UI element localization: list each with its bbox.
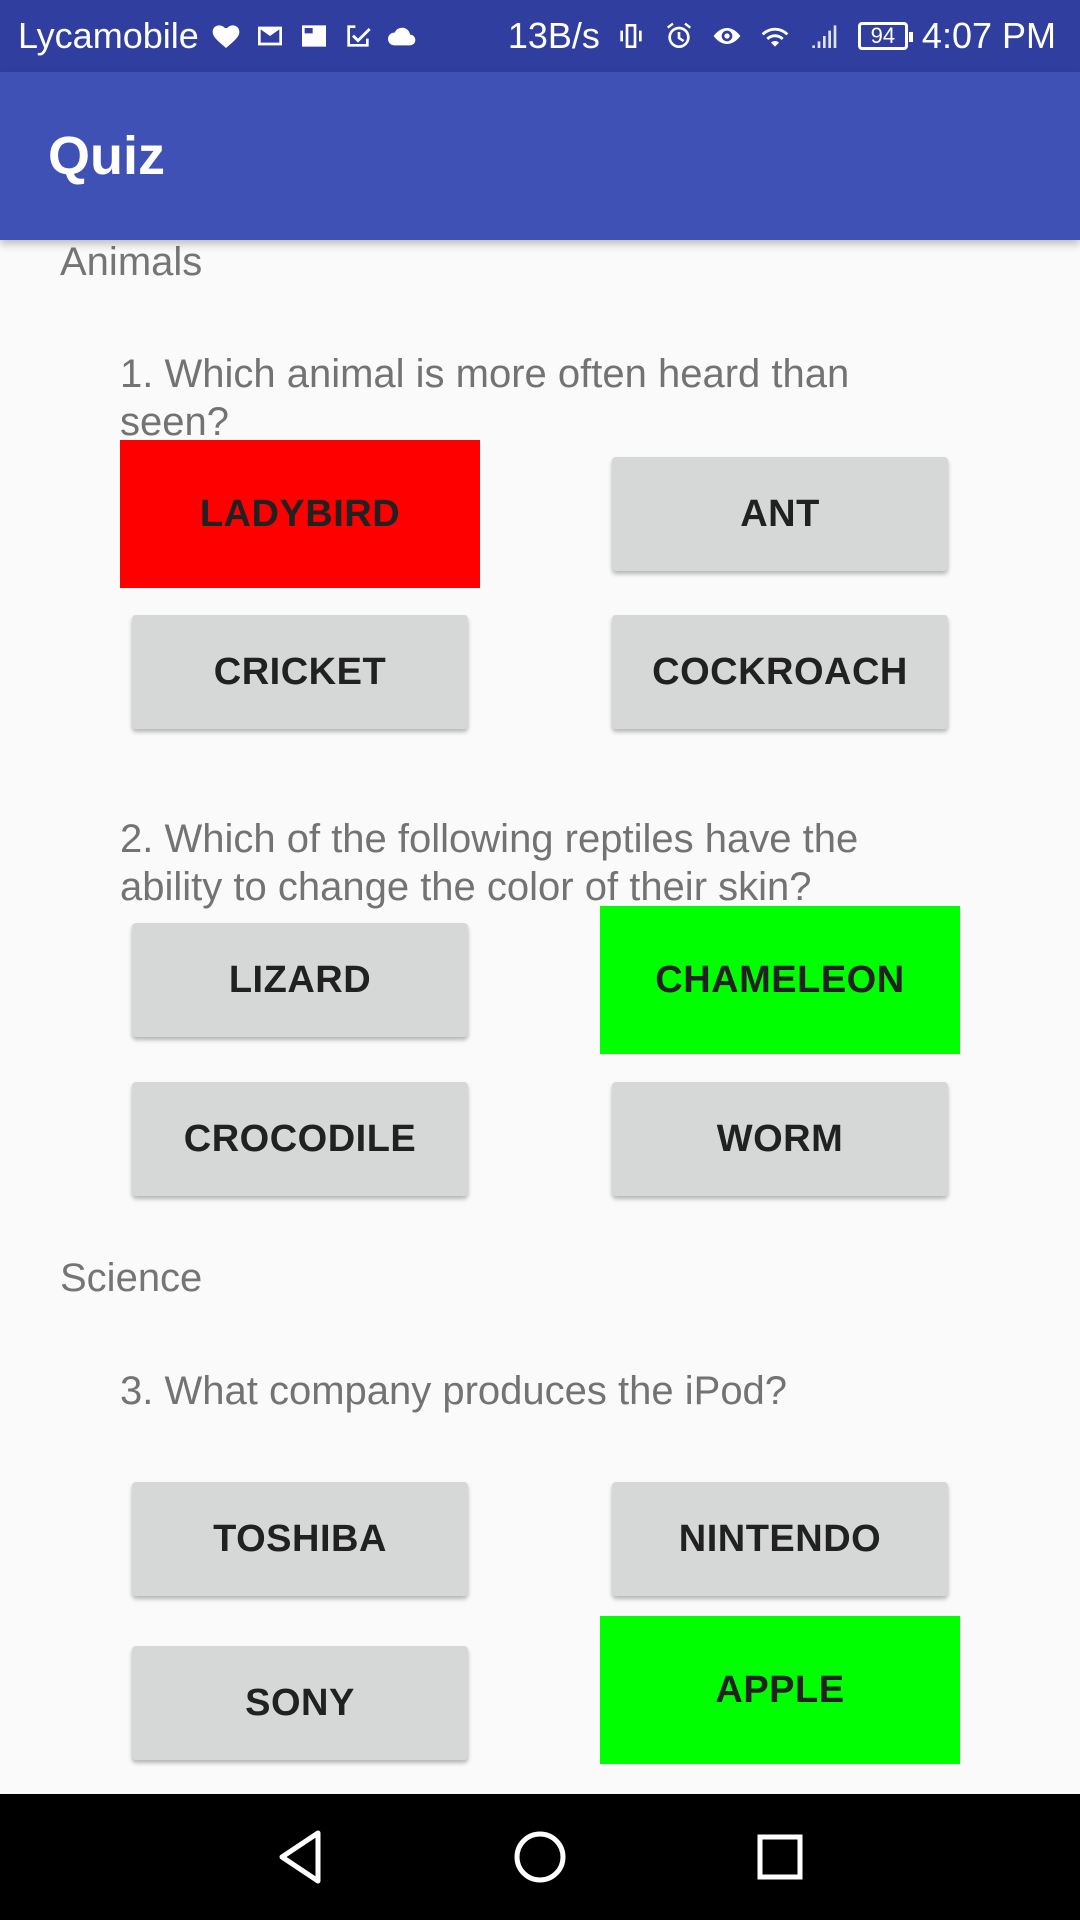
network-speed: 13B/s bbox=[507, 15, 600, 56]
answer-crocodile-button[interactable]: CROCODILE bbox=[132, 1082, 468, 1196]
answer-ladybird-button[interactable]: LADYBIRD bbox=[120, 440, 480, 588]
recents-icon[interactable] bbox=[750, 1827, 810, 1887]
answer-toshiba-button[interactable]: TOSHIBA bbox=[132, 1482, 468, 1596]
answer-chameleon-button[interactable]: CHAMELEON bbox=[600, 906, 960, 1054]
answer-sony-button[interactable]: SONY bbox=[132, 1646, 468, 1760]
section-title-science: Science bbox=[60, 1256, 203, 1300]
home-icon[interactable] bbox=[510, 1827, 570, 1887]
answer-worm-button[interactable]: WORM bbox=[612, 1082, 948, 1196]
battery-indicator: 94 bbox=[857, 22, 913, 50]
app-bar: Quiz bbox=[0, 72, 1080, 240]
question-2: 2. Which of the following reptiles have … bbox=[120, 817, 859, 909]
question-3: 3. What company produces the iPod? bbox=[120, 1369, 788, 1413]
wifi-icon bbox=[758, 19, 792, 53]
answer-ant-button[interactable]: ANT bbox=[612, 457, 948, 571]
heart-icon bbox=[209, 19, 243, 53]
back-icon[interactable] bbox=[270, 1827, 330, 1887]
check-icon bbox=[341, 19, 375, 53]
news-icon bbox=[297, 19, 331, 53]
status-bar: Lycamobile 13B/s 94 4:07 PM bbox=[0, 0, 1080, 72]
quiz-content[interactable]: Animals 1. Which animal is more often he… bbox=[0, 240, 1080, 1794]
clock: 4:07 PM bbox=[921, 15, 1056, 56]
navigation-bar bbox=[0, 1794, 1080, 1920]
question-1: 1. Which animal is more often heard than… bbox=[120, 352, 850, 444]
answer-cricket-button[interactable]: CRICKET bbox=[132, 615, 468, 729]
cloud-icon bbox=[385, 19, 419, 53]
signal-icon bbox=[806, 19, 840, 53]
alarm-icon bbox=[662, 19, 696, 53]
carrier-name: Lycamobile bbox=[18, 15, 199, 56]
vibrate-icon bbox=[614, 19, 648, 53]
answer-cockroach-button[interactable]: COCKROACH bbox=[612, 615, 948, 729]
mail-icon bbox=[253, 19, 287, 53]
section-title-animals: Animals bbox=[60, 240, 203, 284]
answer-apple-button[interactable]: APPLE bbox=[600, 1616, 960, 1764]
answer-nintendo-button[interactable]: NINTENDO bbox=[612, 1482, 948, 1596]
eye-icon bbox=[710, 19, 744, 53]
app-title: Quiz bbox=[48, 126, 165, 186]
answer-lizard-button[interactable]: LIZARD bbox=[132, 923, 468, 1037]
